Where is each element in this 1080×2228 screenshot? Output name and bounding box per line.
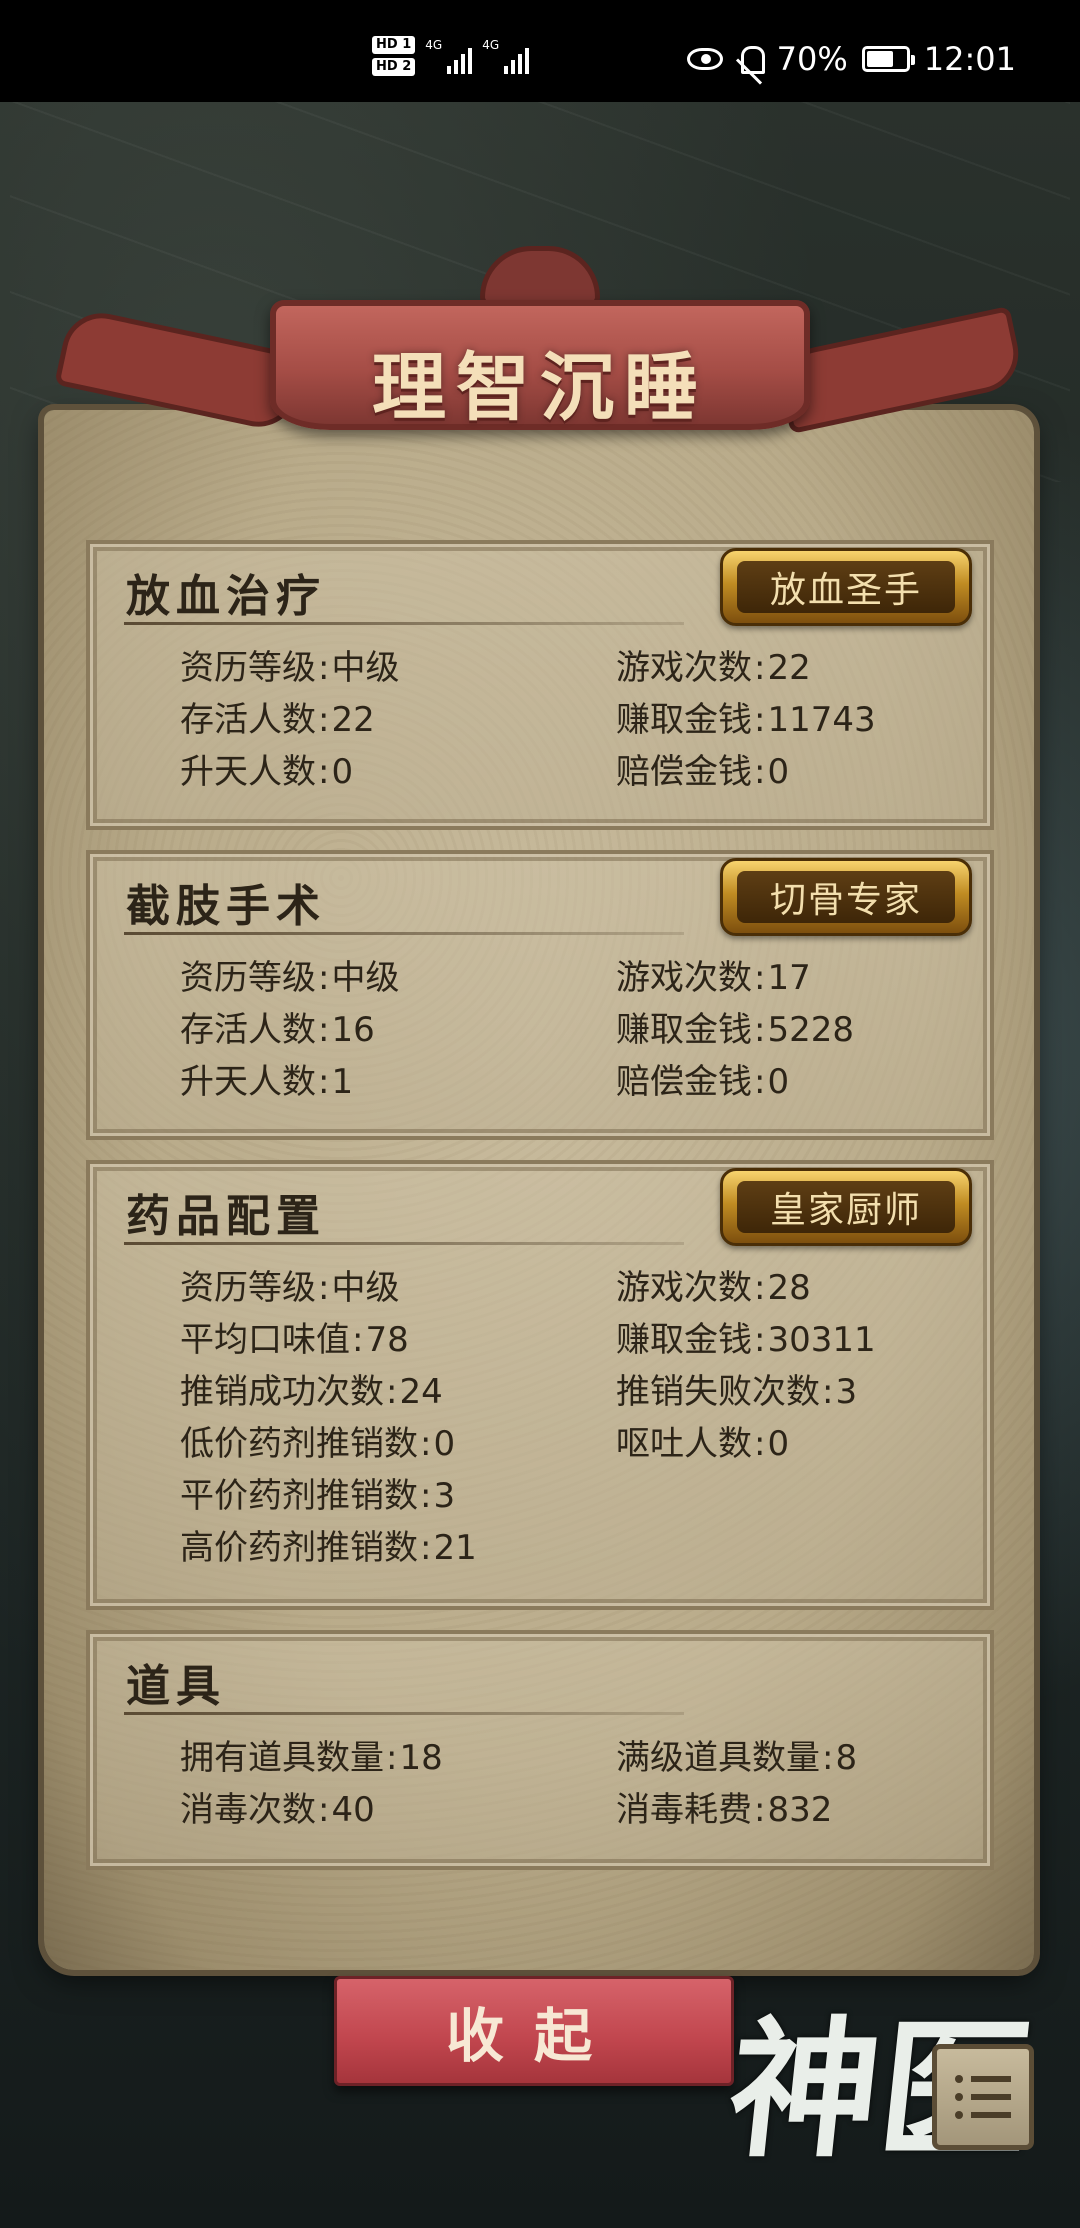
status-right: 70% 12:01: [686, 40, 1016, 78]
stat-item: 推销成功次数24: [180, 1372, 616, 1413]
signal-group: HD 1 HD 2 4G 4G: [372, 36, 530, 76]
badge-label: 切骨专家: [737, 871, 955, 923]
sim1-badge: HD 1: [372, 36, 416, 54]
stat-item: 平均口味值78: [180, 1320, 616, 1361]
stat-item: 游戏次数28: [616, 1268, 960, 1309]
stat-item: 呕吐人数0: [616, 1424, 960, 1465]
title-badge: 放血圣手: [720, 548, 972, 626]
section-divider: [124, 622, 684, 625]
network-1-label: 4G: [425, 38, 443, 52]
clock: 12:01: [923, 40, 1016, 78]
stat-item: 赚取金钱5228: [616, 1010, 960, 1051]
status-bar: HD 1 HD 2 4G 4G 70% 12:01: [0, 0, 1080, 102]
signal-2-icon: 4G: [482, 38, 530, 74]
stat-item: 赔偿金钱0: [616, 752, 960, 793]
section-divider: [124, 932, 684, 935]
stat-item: 游戏次数17: [616, 958, 960, 999]
signal-1-icon: 4G: [425, 38, 473, 74]
stat-item: 低价药剂推销数0: [180, 1424, 616, 1465]
stat-item: 升天人数1: [180, 1062, 616, 1103]
section-items: 道具 拥有道具数量18 满级道具数量8 消毒次数40 消毒耗费832: [86, 1630, 994, 1870]
menu-list-icon[interactable]: [932, 2044, 1034, 2150]
stat-item: 存活人数16: [180, 1010, 616, 1051]
stat-item: 赚取金钱30311: [616, 1320, 960, 1361]
section-title: 药品配置: [126, 1191, 326, 1242]
section-divider: [124, 1242, 684, 1245]
stat-item: 游戏次数22: [616, 648, 960, 689]
section-title: 截肢手术: [126, 881, 326, 932]
title-badge: 皇家厨师: [720, 1168, 972, 1246]
stat-item: 资历等级中级: [180, 648, 616, 689]
stats-grid: 资历等级中级 游戏次数28 平均口味值78 赚取金钱30311 推销成功次数24…: [180, 1268, 960, 1569]
battery-icon: [861, 46, 915, 72]
stat-item: 推销失败次数3: [616, 1372, 960, 1413]
stat-item: 资历等级中级: [180, 1268, 616, 1309]
section-title: 放血治疗: [126, 571, 326, 622]
network-2-label: 4G: [482, 38, 500, 52]
stat-item: 满级道具数量8: [616, 1738, 960, 1779]
title-badge: 切骨专家: [720, 858, 972, 936]
badge-label: 皇家厨师: [737, 1181, 955, 1233]
badge-label: 放血圣手: [737, 561, 955, 613]
stat-item: 资历等级中级: [180, 958, 616, 999]
section-medicine: 药品配置 皇家厨师 资历等级中级 游戏次数28 平均口味值78 赚取金钱3031…: [86, 1160, 994, 1610]
section-amputation: 截肢手术 切骨专家 资历等级中级 游戏次数17 存活人数16 赚取金钱5228 …: [86, 850, 994, 1140]
bell-mute-icon: [737, 44, 765, 74]
stats-grid: 资历等级中级 游戏次数22 存活人数22 赚取金钱11743 升天人数0 赔偿金…: [180, 648, 960, 793]
section-bloodletting: 放血治疗 放血圣手 资历等级中级 游戏次数22 存活人数22 赚取金钱11743…: [86, 540, 994, 830]
stat-item-empty: [616, 1476, 960, 1517]
stat-item: 赚取金钱11743: [616, 700, 960, 741]
section-title: 道具: [126, 1661, 226, 1712]
collapse-button[interactable]: 收起: [334, 1976, 734, 2086]
battery-percent: 70%: [776, 40, 848, 78]
stat-item: 消毒次数40: [180, 1790, 616, 1831]
stat-item: 存活人数22: [180, 700, 616, 741]
sim2-badge: HD 2: [372, 58, 416, 76]
eye-icon: [686, 48, 723, 70]
stats-grid: 拥有道具数量18 满级道具数量8 消毒次数40 消毒耗费832: [180, 1738, 960, 1831]
stats-grid: 资历等级中级 游戏次数17 存活人数16 赚取金钱5228 升天人数1 赔偿金钱…: [180, 958, 960, 1103]
stat-item: 消毒耗费832: [616, 1790, 960, 1831]
stat-item: 平价药剂推销数3: [180, 1476, 616, 1517]
stat-item: 赔偿金钱0: [616, 1062, 960, 1103]
title-banner: 理智沉睡: [270, 300, 810, 431]
stat-item: 高价药剂推销数21: [180, 1528, 616, 1569]
section-divider: [124, 1712, 684, 1715]
stat-item: 拥有道具数量18: [180, 1738, 616, 1779]
stat-item: 升天人数0: [180, 752, 616, 793]
page-title: 理智沉睡: [372, 345, 708, 431]
